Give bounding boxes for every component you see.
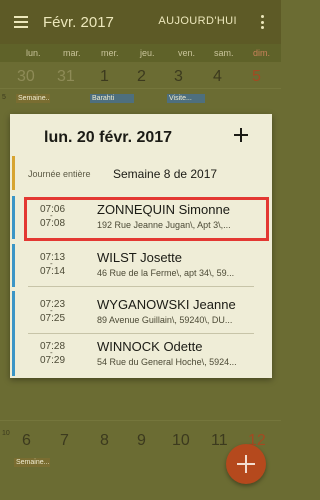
appointment-title: WILST Josette (97, 250, 183, 265)
appointment-address: 54 Rue du General Hoche\, 5924... (97, 357, 237, 367)
grid-divider (0, 420, 281, 421)
weekday-label: ven. (178, 48, 196, 58)
day-number[interactable]: 31 (57, 68, 75, 86)
weekday-label: lun. (26, 48, 41, 58)
all-day-row[interactable]: Journée entière Semaine 8 de 2017 (10, 156, 272, 190)
appointment-end-time: 07:25 (40, 313, 66, 324)
weekday-label: mer. (101, 48, 119, 58)
app-bar: Févr. 2017 AUJOURD'HUI (0, 0, 281, 44)
week-number: 10 (2, 430, 10, 437)
weekday-label: sam. (214, 48, 234, 58)
appointment-color-stripe (12, 333, 15, 376)
today-button[interactable]: AUJOURD'HUI (158, 15, 237, 27)
day-number[interactable]: 11 (211, 432, 228, 450)
appointment-address: 192 Rue Jeanne Jugan\, Apt 3\,... (97, 220, 231, 230)
dialog-header: lun. 20 févr. 2017 (10, 114, 272, 154)
day-number[interactable]: 5 (252, 68, 261, 86)
list-divider (28, 286, 254, 287)
event-chip[interactable]: Semaine... (14, 458, 50, 467)
appointment-item[interactable]: 07:13 - 07:14 WILST Josette 46 Rue de la… (10, 244, 272, 287)
weekday-label: jeu. (140, 48, 155, 58)
appointment-end-time: 07:29 (40, 355, 66, 366)
appointment-color-stripe (12, 244, 15, 287)
day-number[interactable]: 6 (22, 432, 31, 450)
day-events-dialog: lun. 20 févr. 2017 Journée entière Semai… (10, 114, 272, 378)
event-chip[interactable]: Visite... (167, 94, 205, 103)
dialog-date-title: lun. 20 févr. 2017 (44, 129, 173, 146)
appointment-end-time: 07:14 (40, 266, 66, 277)
appointment-title: WYGANOWSKI Jeanne (97, 297, 236, 312)
appointment-title: WINNOCK Odette (97, 339, 203, 354)
event-chip[interactable]: Barahti (90, 94, 134, 103)
day-number[interactable]: 10 (172, 432, 190, 450)
week-number: 5 (2, 94, 6, 101)
appointment-end-time: 07:08 (40, 218, 66, 229)
appointment-address: 89 Avenue Guillain\, 59240\, DU... (97, 315, 233, 325)
add-event-fab[interactable] (226, 444, 266, 484)
all-day-label: Journée entière (28, 169, 91, 179)
month-title[interactable]: Févr. 2017 (43, 14, 114, 31)
day-number[interactable]: 2 (137, 68, 146, 86)
appointment-item[interactable]: 07:23 - 07:25 WYGANOWSKI Jeanne 89 Avenu… (10, 291, 272, 334)
appointment-title: ZONNEQUIN Simonne (97, 202, 230, 217)
appointment-address: 46 Rue de la Ferme\, apt 34\, 59... (97, 268, 235, 278)
more-options-icon[interactable] (261, 15, 265, 29)
list-divider (28, 238, 254, 239)
appointment-color-stripe (12, 291, 15, 334)
event-chip[interactable]: Semaine... (16, 94, 50, 103)
weekday-label: dim. (253, 48, 271, 58)
all-day-event-title[interactable]: Semaine 8 de 2017 (113, 167, 217, 181)
day-number[interactable]: 3 (174, 68, 183, 86)
add-event-icon[interactable] (234, 128, 248, 142)
appointment-item[interactable]: 07:28 - 07:29 WINNOCK Odette 54 Rue du G… (10, 333, 272, 376)
appointment-item[interactable]: 07:06 - 07:08 ZONNEQUIN Simonne 192 Rue … (10, 196, 272, 239)
calendar-week-row[interactable]: 5 30 31 1 2 3 4 5 Semaine... Barahti Vis… (0, 66, 281, 110)
day-number[interactable]: 7 (60, 432, 69, 450)
day-number[interactable]: 9 (137, 432, 146, 450)
day-number[interactable]: 4 (213, 68, 222, 86)
hamburger-menu-icon[interactable] (14, 16, 28, 28)
all-day-color-stripe (12, 156, 15, 190)
weekday-header: lun. mar. mer. jeu. ven. sam. dim. (0, 44, 281, 62)
weekday-label: mar. (63, 48, 81, 58)
day-number[interactable]: 1 (100, 68, 109, 86)
appointment-color-stripe (12, 196, 15, 239)
day-number[interactable]: 30 (17, 68, 35, 86)
day-number[interactable]: 8 (100, 432, 109, 450)
